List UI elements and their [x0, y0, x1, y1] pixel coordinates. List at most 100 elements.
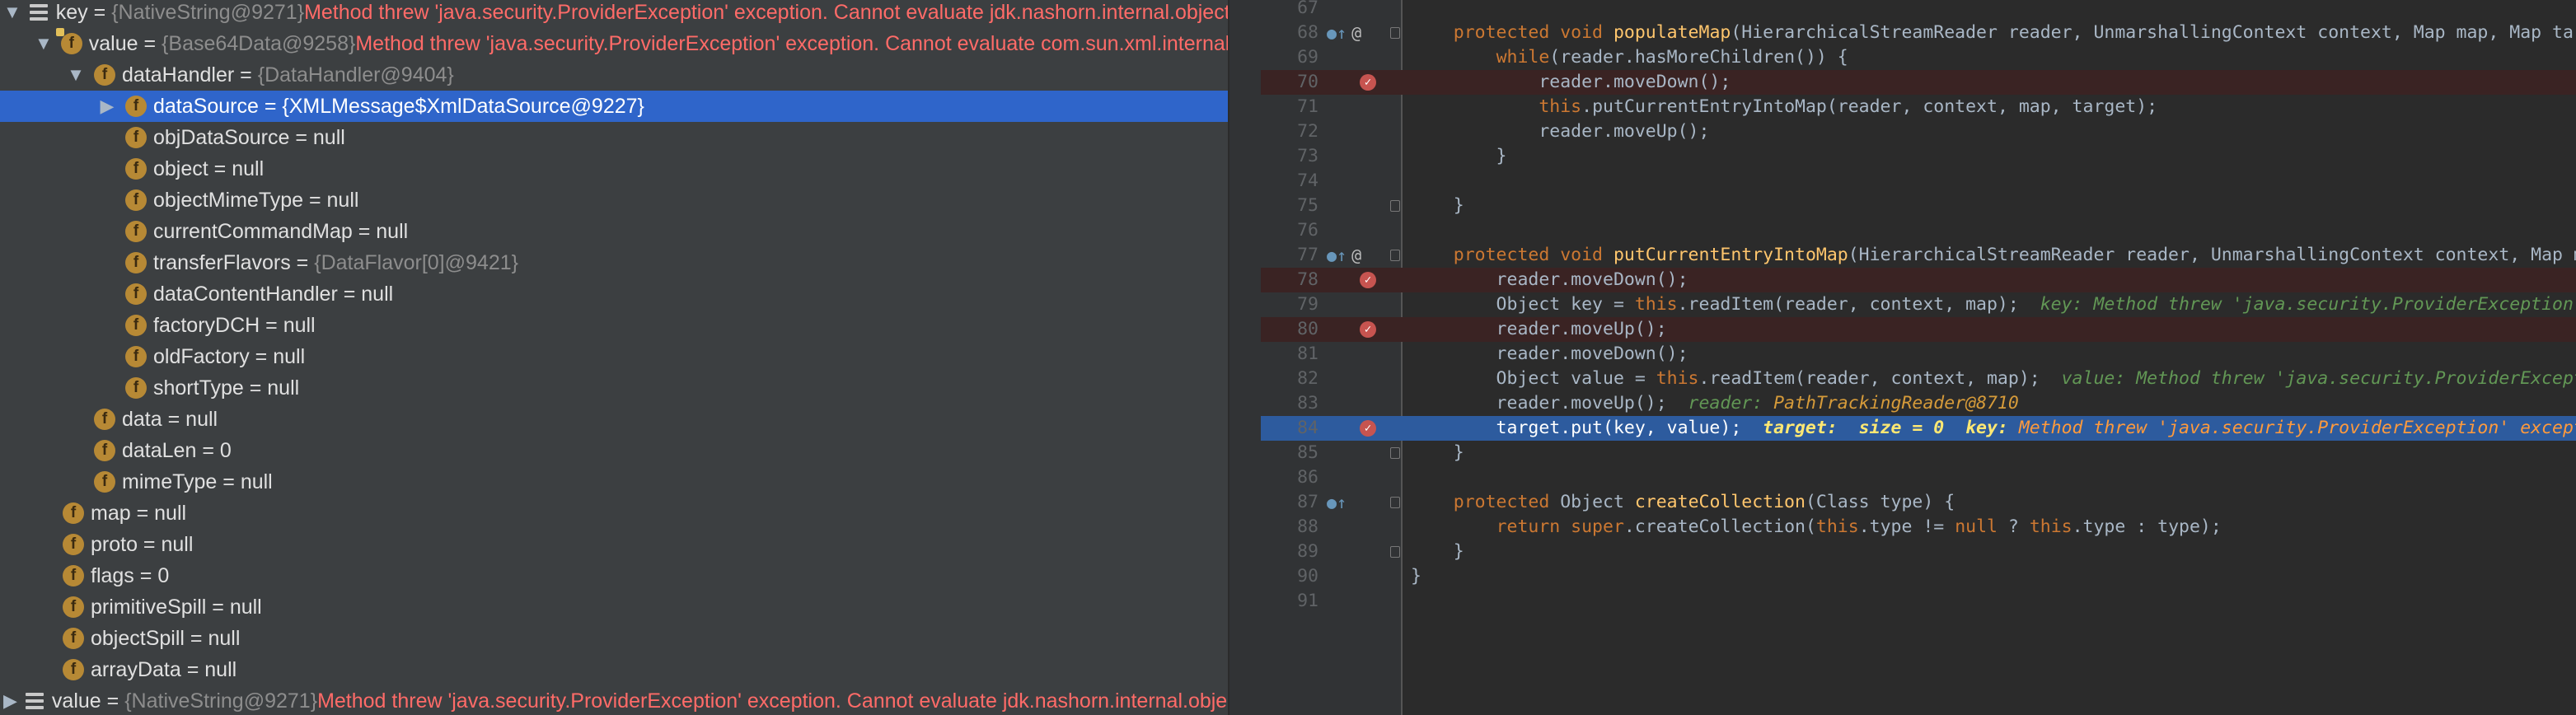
code-line[interactable]: 82 Object value = this.readItem(reader, …	[1261, 367, 2576, 391]
code-line[interactable]: 68 ●↑ @ protected void populateMap(Hierarc…	[1261, 21, 2576, 45]
variable-value: null	[361, 282, 394, 306]
variable-row[interactable]: ▶fdataContentHandler = null	[0, 278, 1228, 310]
code-text[interactable]: reader.moveUp(); reader: PathTrackingRea…	[1411, 391, 2019, 416]
breakpoint-icon[interactable]: ✓	[1360, 272, 1376, 288]
code-line[interactable]: 73 }	[1261, 144, 2576, 169]
code-text[interactable]: }	[1411, 194, 1464, 218]
variable-row[interactable]: ▶fmap = null	[0, 498, 1228, 529]
code-text[interactable]: reader.moveDown();	[1411, 70, 1731, 95]
code-text[interactable]: Object key = this.readItem(reader, conte…	[1411, 292, 2576, 317]
code-line[interactable]: 71 this.putCurrentEntryIntoMap(reader, c…	[1261, 95, 2576, 119]
breakpoint-icon[interactable]: ✓	[1360, 74, 1376, 91]
code-token: return super	[1496, 516, 1624, 537]
fold-marker-icon[interactable]	[1390, 497, 1400, 508]
code-text[interactable]: reader.moveUp();	[1411, 317, 1667, 342]
override-icon[interactable]: ●↑	[1327, 243, 1347, 268]
fold-marker-icon[interactable]	[1390, 200, 1400, 212]
code-line[interactable]: 85 }	[1261, 441, 2576, 465]
variable-row[interactable]: ▶fmimeType = null	[0, 466, 1228, 498]
code-line[interactable]: 87 ●↑ protected Object createCollection(C…	[1261, 490, 2576, 515]
code-token: (reader.hasMoreChildren()) {	[1549, 47, 1848, 68]
code-line[interactable]: 74	[1261, 169, 2576, 194]
variable-row[interactable]: ▼ f value = {Base64Data@9258} Method threw…	[0, 28, 1228, 59]
variable-row[interactable]: ▶fproto = null	[0, 529, 1228, 560]
variable-row[interactable]: ▶ value = {NativeString@9271} Method thre…	[0, 685, 1228, 715]
line-number: 77	[1297, 245, 1318, 265]
code-line[interactable]: 69 while(reader.hasMoreChildren()) {	[1261, 45, 2576, 70]
code-token: reader.moveDown();	[1411, 269, 1688, 290]
variable-row[interactable]: ▼ f dataHandler = {DataHandler@9404}	[0, 59, 1228, 91]
variable-row[interactable]: ▶fshortType = null	[0, 372, 1228, 404]
code-line[interactable]: 75 }	[1261, 194, 2576, 218]
expand-right-icon[interactable]: ▶	[3, 690, 17, 712]
variable-row[interactable]: ▶fdataLen = 0	[0, 435, 1228, 466]
expand-down-icon[interactable]: ▼	[3, 2, 21, 23]
field-icon: f	[125, 252, 147, 273]
code-text[interactable]: reader.moveUp();	[1411, 119, 1709, 144]
variable-row[interactable]: ▶ffactoryDCH = null	[0, 310, 1228, 341]
expand-down-icon[interactable]: ▼	[35, 33, 53, 54]
variable-row[interactable]: ▶fobjectSpill = null	[0, 623, 1228, 654]
code-text[interactable]: return super.createCollection(this.type …	[1411, 515, 2222, 540]
code-line[interactable]: 88 return super.createCollection(this.ty…	[1261, 515, 2576, 540]
code-line[interactable]: 91	[1261, 589, 2576, 614]
code-text[interactable]: Object value = this.readItem(reader, con…	[1411, 367, 2576, 391]
variable-row[interactable]: ▶fcurrentCommandMap = null	[0, 216, 1228, 247]
variable-row[interactable]: ▶fflags = 0	[0, 560, 1228, 591]
code-line[interactable]: 72 reader.moveUp();	[1261, 119, 2576, 144]
code-line[interactable]: 78 ✓ reader.moveDown();	[1261, 268, 2576, 292]
implements-marker[interactable]: ●↑	[1327, 490, 1376, 515]
override-marker[interactable]: ●↑ @	[1327, 243, 1376, 268]
code-line[interactable]: 70 ✓ reader.moveDown();	[1261, 70, 2576, 95]
implements-icon[interactable]: ●↑	[1327, 490, 1347, 515]
code-line[interactable]: 81 reader.moveDown();	[1261, 342, 2576, 367]
code-line[interactable]: 80 ✓ reader.moveUp();	[1261, 317, 2576, 342]
code-text[interactable]: reader.moveDown();	[1411, 342, 1688, 367]
code-line[interactable]: 90}	[1261, 564, 2576, 589]
variable-row[interactable]: ▶fprimitiveSpill = null	[0, 591, 1228, 623]
code-text[interactable]: }	[1411, 564, 1421, 589]
current-execution-line[interactable]: 84 ✓ target.put(key, value); target: size…	[1261, 416, 2576, 441]
code-line[interactable]: 89 }	[1261, 540, 2576, 564]
fold-marker-icon[interactable]	[1390, 27, 1400, 39]
code-editor[interactable]: 67 68 ●↑ @ protected void populateMap(Hiera…	[1261, 0, 2576, 715]
variable-row[interactable]: ▶fdata = null	[0, 404, 1228, 435]
code-line[interactable]: 77 ●↑ @ protected void putCurrentEntryInto…	[1261, 243, 2576, 268]
variable-row[interactable]: ▶farrayData = null	[0, 654, 1228, 685]
code-line[interactable]: 79 Object key = this.readItem(reader, co…	[1261, 292, 2576, 317]
code-text[interactable]: target.put(key, value); target: size = 0…	[1411, 416, 2576, 441]
override-marker[interactable]: ●↑ @	[1327, 21, 1376, 45]
code-text[interactable]: protected void populateMap(HierarchicalS…	[1411, 21, 2576, 45]
code-line[interactable]: 76	[1261, 218, 2576, 243]
code-text[interactable]: reader.moveDown();	[1411, 268, 1688, 292]
fold-marker-icon[interactable]	[1390, 447, 1400, 459]
fold-marker-icon[interactable]	[1390, 250, 1400, 261]
expand-down-icon[interactable]: ▼	[66, 64, 86, 86]
variable-row[interactable]: ▶fobjDataSource = null	[0, 122, 1228, 153]
code-text[interactable]: this.putCurrentEntryIntoMap(reader, cont…	[1411, 95, 2157, 119]
code-text[interactable]: }	[1411, 441, 1464, 465]
code-line[interactable]: 67	[1261, 0, 2576, 21]
variable-row[interactable]: ▶foldFactory = null	[0, 341, 1228, 372]
code-text[interactable]: while(reader.hasMoreChildren()) {	[1411, 45, 1848, 70]
code-text[interactable]: }	[1411, 144, 1507, 169]
code-line[interactable]: 83 reader.moveUp(); reader: PathTracking…	[1261, 391, 2576, 416]
code-text[interactable]: }	[1411, 540, 1464, 564]
variable-row[interactable]: ▶ f dataSource = {XMLMessage$XmlDataSource…	[0, 91, 1228, 122]
variable-row[interactable]: ▶fobject = null	[0, 153, 1228, 185]
variable-value: null	[229, 595, 262, 619]
breakpoint-icon[interactable]: ✓	[1360, 321, 1376, 338]
variable-row[interactable]: ▶ftransferFlavors = {DataFlavor[0]@9421}	[0, 247, 1228, 278]
variable-row[interactable]: ▶fobjectMimeType = null	[0, 185, 1228, 216]
code-line[interactable]: 86	[1261, 465, 2576, 490]
code-text[interactable]: protected void putCurrentEntryIntoMap(Hi…	[1411, 243, 2576, 268]
variable-row[interactable]: ▼ key = {NativeString@9271} Method threw …	[0, 0, 1228, 28]
override-icon[interactable]: ●↑	[1327, 21, 1347, 45]
fold-marker-icon[interactable]	[1390, 546, 1400, 558]
breakpoint-icon[interactable]: ✓	[1360, 420, 1376, 437]
code-text[interactable]: protected Object createCollection(Class …	[1411, 490, 1955, 515]
line-number: 71	[1297, 96, 1318, 117]
expand-right-icon[interactable]: ▶	[97, 96, 117, 117]
panel-splitter[interactable]	[1228, 0, 1262, 715]
